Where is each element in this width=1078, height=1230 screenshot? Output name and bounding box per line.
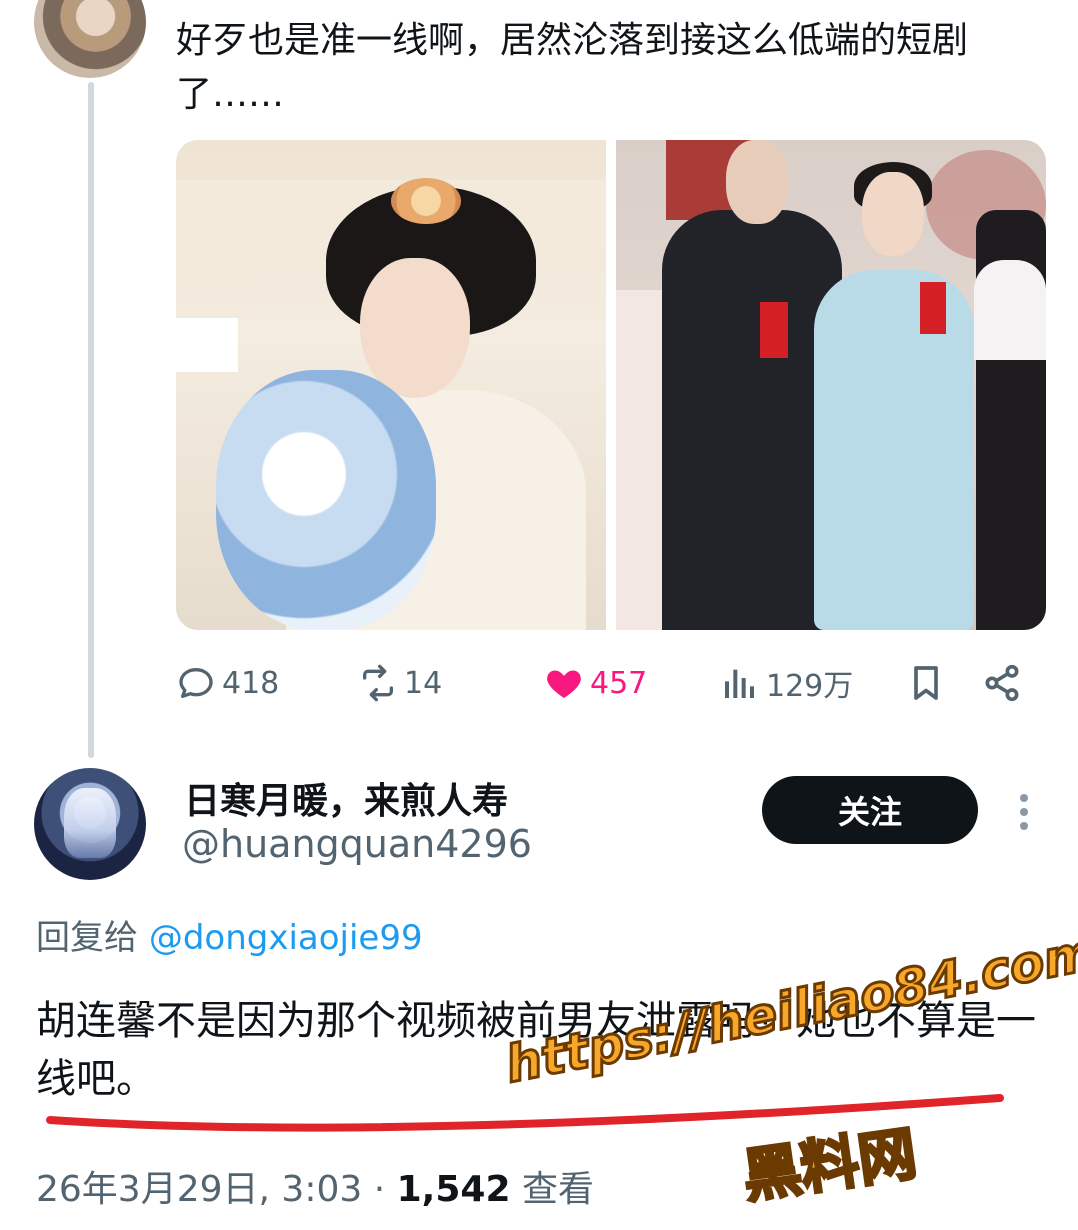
view-label: 查看	[521, 1169, 594, 1210]
repost-count: 14	[404, 665, 443, 701]
post-timestamp[interactable]: 26年3月29日, 3:03	[36, 1169, 362, 1210]
post-photo-1[interactable]	[176, 140, 606, 630]
share-button[interactable]	[982, 660, 1022, 706]
follow-button[interactable]: 关注	[762, 776, 978, 844]
like-count: 457	[590, 665, 648, 701]
views-count: 129万	[766, 669, 854, 704]
reply-button[interactable]: 418	[176, 660, 279, 706]
post-media-grid	[176, 140, 1046, 630]
reply-to-mention[interactable]: @dongxiaojie99	[149, 918, 423, 958]
post-photo-2[interactable]	[616, 140, 1046, 630]
share-icon	[985, 664, 1019, 702]
reply-to-prefix: 回复给	[36, 918, 138, 958]
thread-connector-line	[88, 82, 94, 758]
retweet-icon	[363, 664, 393, 702]
like-button[interactable]: 457	[544, 660, 647, 706]
reply-author-handle[interactable]: @huangquan4296	[182, 822, 532, 866]
views-icon	[725, 669, 754, 698]
bookmark-button[interactable]	[906, 660, 946, 706]
reply-author-avatar[interactable]	[34, 768, 146, 880]
reply-to-line: 回复给 @dongxiaojie99	[36, 910, 423, 959]
heart-icon	[547, 670, 581, 698]
reply-author-name[interactable]: 日寒月暖，来煎人寿	[184, 772, 508, 824]
reply-icon	[179, 668, 213, 698]
quoted-author-avatar[interactable]	[34, 0, 146, 78]
repost-button[interactable]: 14	[358, 660, 442, 706]
post-meta: 26年3月29日, 3:03 · 1,542 查看	[36, 1160, 594, 1212]
view-count: 1,542	[396, 1169, 511, 1210]
quoted-post-text: 好歹也是准一线啊，居然沦落到接这么低端的短剧了……	[176, 20, 969, 115]
reply-count: 418	[222, 665, 280, 701]
views-button[interactable]: 129万	[720, 660, 853, 706]
post-action-bar: 418 14 457 129万	[176, 660, 1032, 706]
meta-separator: ·	[373, 1169, 386, 1210]
bookmark-icon	[914, 666, 938, 700]
more-vertical-icon[interactable]	[1014, 790, 1034, 834]
